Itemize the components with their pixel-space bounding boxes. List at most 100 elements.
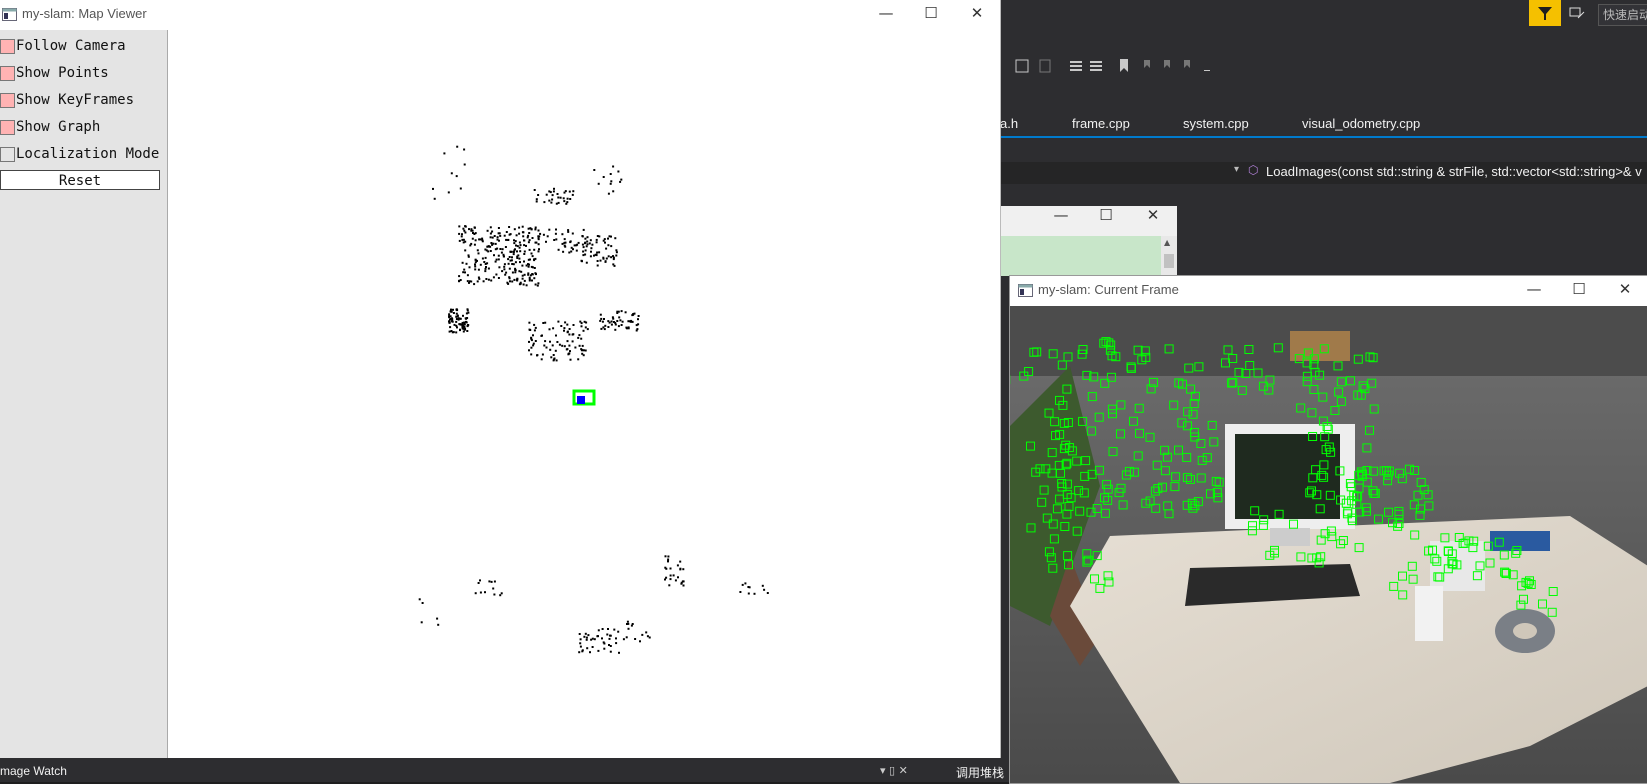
map-point bbox=[645, 631, 648, 634]
map-point bbox=[761, 584, 764, 587]
checkbox-box[interactable] bbox=[0, 120, 15, 135]
camera-frame-image bbox=[1010, 306, 1647, 783]
map-point bbox=[551, 198, 554, 201]
map-point bbox=[523, 250, 526, 253]
map-point bbox=[449, 310, 452, 313]
pin-icon[interactable]: ▾ ▯ ✕ bbox=[880, 764, 908, 777]
map-point bbox=[484, 267, 487, 270]
map-point bbox=[565, 202, 568, 205]
function-dropdown[interactable]: LoadImages(const std::string & strFile, … bbox=[1266, 164, 1642, 179]
map-point bbox=[609, 645, 612, 647]
map-point bbox=[530, 353, 533, 356]
image-watch-tab[interactable]: mage Watch bbox=[0, 764, 67, 778]
show-keyframes-checkbox[interactable]: Show KeyFrames bbox=[0, 91, 168, 111]
feedback-icon[interactable] bbox=[1568, 4, 1588, 24]
map-point bbox=[551, 344, 554, 347]
map-point bbox=[564, 241, 567, 244]
map-point bbox=[677, 576, 679, 579]
tab-system-cpp[interactable]: system.cpp bbox=[1183, 116, 1249, 131]
map-point bbox=[455, 175, 458, 178]
minimize-icon[interactable]: — bbox=[863, 4, 909, 22]
map-point bbox=[462, 227, 465, 230]
map-point bbox=[514, 261, 517, 264]
map-point bbox=[458, 323, 461, 326]
map-point bbox=[464, 271, 466, 274]
map-point bbox=[744, 582, 747, 585]
current-frame-titlebar[interactable]: my-slam: Current Frame — ☐ ✕ bbox=[1010, 276, 1647, 306]
close-icon[interactable]: ✕ bbox=[1130, 206, 1176, 224]
map-point bbox=[505, 238, 508, 241]
tab-frame-cpp[interactable]: frame.cpp bbox=[1072, 116, 1130, 131]
map-point bbox=[589, 651, 591, 654]
call-stack-tab[interactable]: 调用堆栈 bbox=[956, 764, 1004, 781]
map-point bbox=[579, 642, 582, 645]
map-point bbox=[490, 242, 493, 244]
map-point bbox=[523, 279, 526, 282]
map-point bbox=[486, 229, 489, 232]
map-point bbox=[511, 280, 514, 283]
follow-camera-checkbox[interactable]: Follow Camera bbox=[0, 37, 168, 57]
checkbox-box[interactable] bbox=[0, 66, 15, 81]
map-point bbox=[520, 270, 523, 273]
map-point bbox=[528, 248, 531, 251]
checkbox-box[interactable] bbox=[0, 39, 15, 54]
checkbox-label: Show KeyFrames bbox=[16, 92, 135, 108]
tab-camera-h[interactable]: a.h bbox=[1000, 116, 1018, 131]
maximize-icon[interactable]: ☐ bbox=[908, 4, 954, 22]
quick-launch-input[interactable]: 快速启动 bbox=[1598, 4, 1647, 26]
scrollbar[interactable]: ▲ bbox=[1161, 236, 1177, 276]
map-point bbox=[582, 254, 585, 257]
show-graph-checkbox[interactable]: Show Graph bbox=[0, 118, 168, 138]
map-point bbox=[620, 310, 623, 313]
localization-mode-checkbox[interactable]: Localization Mode bbox=[0, 145, 168, 165]
map-point bbox=[497, 277, 500, 279]
map-point bbox=[468, 228, 470, 231]
map-point bbox=[519, 261, 521, 264]
tab-visual-odometry-cpp[interactable]: visual_odometry.cpp bbox=[1302, 116, 1420, 131]
map-point bbox=[494, 242, 497, 245]
map-point bbox=[610, 256, 613, 259]
minimize-icon[interactable]: — bbox=[1511, 280, 1557, 298]
map-point bbox=[639, 640, 641, 643]
current-frame-window: my-slam: Current Frame — ☐ ✕ bbox=[1009, 275, 1647, 784]
map-point bbox=[523, 260, 525, 263]
map-point bbox=[615, 251, 618, 254]
map-point bbox=[569, 350, 571, 353]
maximize-icon[interactable]: ☐ bbox=[1083, 206, 1129, 224]
map-point bbox=[615, 637, 617, 640]
filter-icon[interactable] bbox=[1529, 0, 1561, 26]
map-point bbox=[553, 357, 556, 360]
maximize-icon[interactable]: ☐ bbox=[1556, 280, 1602, 298]
map-point bbox=[499, 594, 502, 597]
reset-button[interactable]: Reset bbox=[0, 170, 160, 190]
checkbox-box[interactable] bbox=[0, 147, 15, 162]
map-point bbox=[586, 328, 589, 331]
checkbox-box[interactable] bbox=[0, 93, 15, 108]
map-point bbox=[604, 260, 607, 263]
minimize-icon[interactable]: — bbox=[1038, 206, 1084, 224]
map-point bbox=[533, 277, 536, 280]
map-point bbox=[479, 579, 481, 582]
map-point bbox=[555, 202, 558, 205]
map-point bbox=[607, 255, 610, 258]
map-point bbox=[527, 265, 530, 268]
close-icon[interactable]: ✕ bbox=[954, 4, 1000, 22]
map-point bbox=[602, 176, 605, 178]
show-points-checkbox[interactable]: Show Points bbox=[0, 64, 168, 84]
map-3d-canvas[interactable] bbox=[168, 30, 1000, 758]
map-point bbox=[569, 198, 572, 200]
close-icon[interactable]: ✕ bbox=[1602, 280, 1647, 298]
map-point bbox=[532, 344, 535, 347]
map-point bbox=[504, 273, 507, 276]
map-point bbox=[468, 266, 471, 269]
map-point bbox=[568, 344, 571, 347]
chevron-down-icon[interactable]: ▾ bbox=[1234, 164, 1239, 175]
map-point bbox=[535, 198, 538, 201]
map-point bbox=[610, 320, 613, 323]
map-viewer-titlebar[interactable]: my-slam: Map Viewer — ☐ ✕ bbox=[0, 0, 1000, 30]
map-point bbox=[621, 320, 624, 323]
map-point bbox=[528, 276, 531, 279]
map-point bbox=[530, 228, 533, 231]
map-point bbox=[516, 255, 519, 258]
map-point bbox=[534, 326, 537, 329]
